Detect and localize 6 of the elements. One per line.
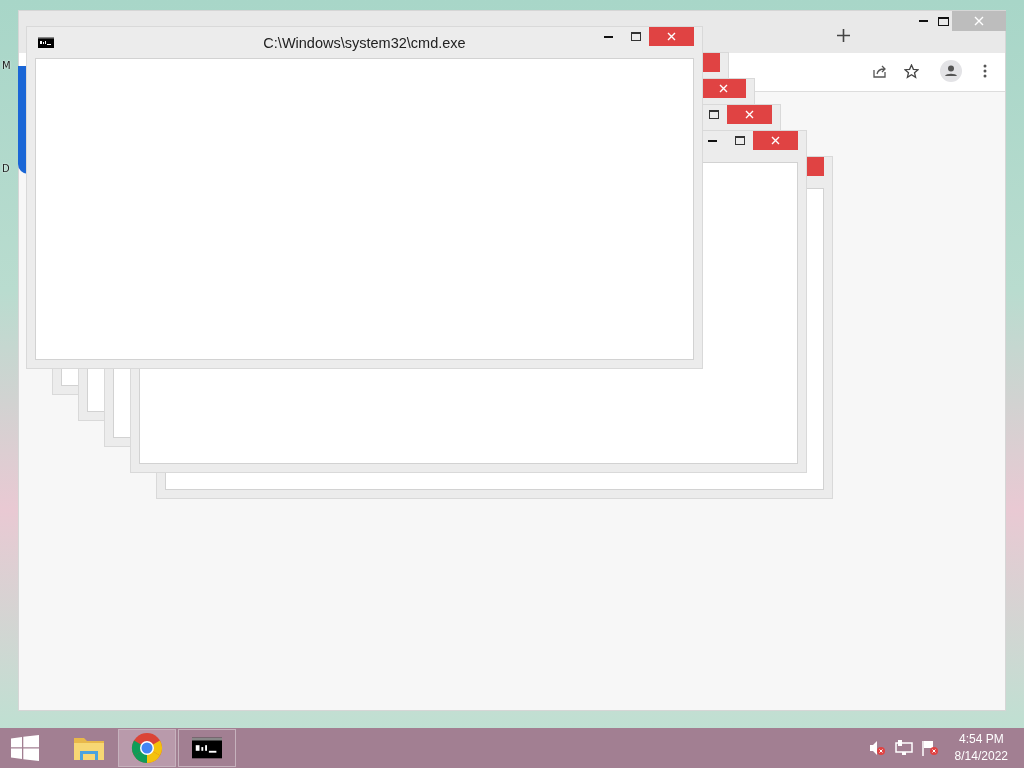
desktop-icon-label[interactable]: M [2,60,11,71]
window-title: C:\Windows\system32\cmd.exe [263,34,466,51]
desktop-icon-label[interactable]: D [2,163,10,174]
clock-date: 8/14/2022 [954,748,1008,765]
clock-time: 4:54 PM [958,731,1004,748]
clock[interactable]: 4:54 PM 8/14/2022 [954,731,1008,765]
